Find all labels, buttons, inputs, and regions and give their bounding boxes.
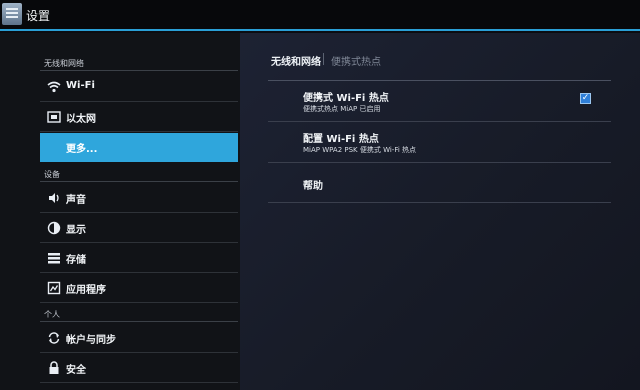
sidebar-item-apps[interactable]: 应用程序 — [40, 274, 238, 303]
setting-title: 配置 Wi-Fi 热点 — [303, 134, 379, 145]
sidebar-item-label: 安全 — [66, 365, 86, 376]
display-icon — [47, 221, 61, 235]
ethernet-icon — [47, 110, 61, 124]
breadcrumb-parent[interactable]: 无线和网络 — [271, 53, 321, 68]
section-divider — [40, 321, 238, 322]
sidebar-item-label: 显示 — [66, 225, 86, 236]
section-header-personal: 个人 — [44, 310, 60, 319]
setting-row-configure-hotspot[interactable]: 配置 Wi-Fi 热点 MiAP WPA2 PSK 便携式 Wi-Fi 热点 — [268, 122, 611, 163]
sidebar-item-security[interactable]: 安全 — [40, 354, 238, 383]
section-divider — [40, 70, 238, 71]
setting-row-help[interactable]: 帮助 — [268, 163, 611, 203]
detail-pane: 无线和网络 便携式热点 便携式 Wi-Fi 热点 便携式热点 MiAP 已启用 … — [240, 33, 640, 390]
setting-row-portable-hotspot[interactable]: 便携式 Wi-Fi 热点 便携式热点 MiAP 已启用 — [268, 81, 611, 122]
sidebar-item-label: 帐户与同步 — [66, 335, 116, 346]
breadcrumb-separator — [323, 53, 324, 65]
lock-icon — [47, 361, 61, 375]
wifi-icon — [47, 80, 61, 94]
sidebar-item-label: 更多... — [66, 144, 98, 155]
settings-sidebar: 无线和网络 Wi-Fi 以太网 更多... 设备 声音 显示 存储 应用程序 个… — [0, 33, 240, 390]
sidebar-item-label: 存储 — [66, 255, 86, 266]
sidebar-item-ethernet[interactable]: 以太网 — [40, 103, 238, 132]
hotspot-enabled-checkbox[interactable]: ✓ — [580, 93, 591, 104]
apps-icon — [47, 281, 61, 295]
title-bar: 设置 — [0, 0, 640, 31]
section-header-device: 设备 — [44, 170, 60, 179]
sync-icon — [47, 331, 61, 345]
sound-icon — [47, 191, 61, 205]
sidebar-item-storage[interactable]: 存储 — [40, 244, 238, 273]
app-title: 设置 — [26, 9, 51, 23]
settings-icon[interactable] — [2, 3, 22, 25]
sidebar-item-label: 应用程序 — [66, 285, 106, 296]
sidebar-item-display[interactable]: 显示 — [40, 214, 238, 243]
sidebar-item-sound[interactable]: 声音 — [40, 184, 238, 213]
sidebar-item-label: 以太网 — [66, 114, 96, 125]
section-divider — [40, 181, 238, 182]
breadcrumb-current: 便携式热点 — [331, 57, 381, 68]
storage-icon — [47, 251, 61, 265]
sidebar-item-more[interactable]: 更多... — [40, 133, 238, 162]
sidebar-item-label: Wi-Fi — [66, 80, 95, 91]
sidebar-item-wifi[interactable]: Wi-Fi — [40, 73, 238, 102]
setting-subtitle: 便携式热点 MiAP 已启用 — [303, 105, 381, 113]
section-header-wireless: 无线和网络 — [44, 59, 84, 68]
sidebar-item-accounts-sync[interactable]: 帐户与同步 — [40, 324, 238, 353]
sidebar-item-label: 声音 — [66, 195, 86, 206]
setting-title: 便携式 Wi-Fi 热点 — [303, 93, 389, 104]
setting-title: 帮助 — [303, 181, 323, 192]
setting-subtitle: MiAP WPA2 PSK 便携式 Wi-Fi 热点 — [303, 146, 417, 154]
